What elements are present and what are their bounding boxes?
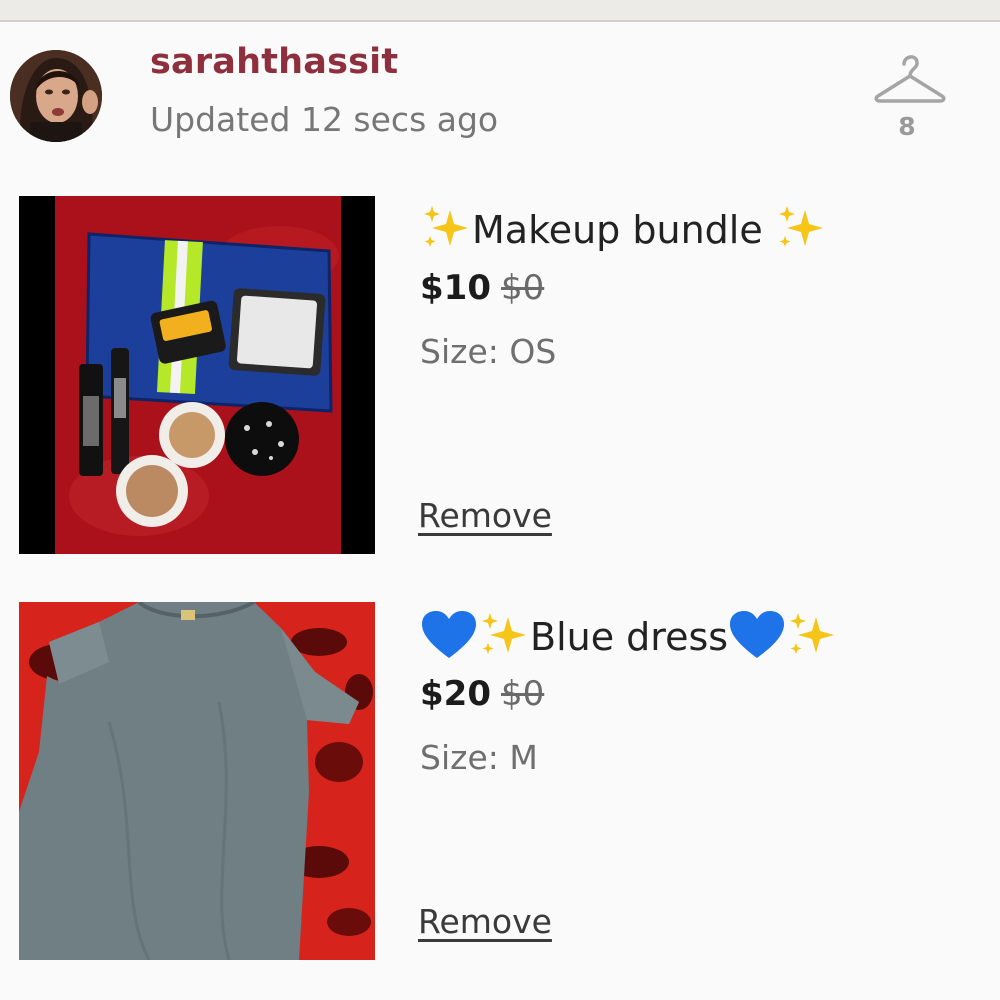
original-price: $0 (500, 674, 545, 714)
top-bar (0, 0, 1000, 22)
original-price: $0 (500, 268, 545, 308)
item-size: Size: OS (420, 332, 557, 371)
blue-heart-icon (728, 610, 786, 669)
hanger-icon[interactable] (874, 50, 946, 105)
bundle-item: Makeup bundle $10 $0 Size: OS Remove (0, 196, 1000, 556)
item-title[interactable]: Makeup bundle (420, 204, 827, 261)
hanger-count: 8 (898, 112, 916, 141)
item-title[interactable]: Blue dress (420, 610, 838, 669)
sparkles-icon (775, 204, 827, 261)
blue-dress-photo (19, 602, 375, 960)
item-size: Size: M (420, 738, 538, 777)
seller-username[interactable]: sarahthassit (150, 42, 398, 82)
item-title-text: Blue dress (530, 615, 729, 659)
sparkles-icon (478, 611, 530, 668)
item-title-text: Makeup bundle (472, 208, 763, 252)
price-row: $20 $0 (420, 674, 544, 714)
avatar-image (10, 50, 102, 142)
item-price: $10 (420, 268, 491, 308)
sparkles-icon (786, 611, 838, 668)
price-row: $10 $0 (420, 268, 544, 308)
makeup-bundle-photo (19, 196, 375, 554)
sparkles-icon (420, 204, 472, 261)
remove-link[interactable]: Remove (418, 902, 552, 941)
avatar[interactable] (10, 50, 102, 142)
blue-heart-icon (420, 610, 478, 669)
updated-timestamp: Updated 12 secs ago (150, 100, 499, 139)
remove-link[interactable]: Remove (418, 496, 552, 535)
seller-header: sarahthassit Updated 12 secs ago 8 (0, 22, 1000, 172)
bundle-item: Blue dress $20 $0 Size: M Remove (0, 602, 1000, 962)
item-thumbnail[interactable] (19, 196, 375, 554)
item-thumbnail[interactable] (19, 602, 375, 960)
item-price: $20 (420, 674, 491, 714)
